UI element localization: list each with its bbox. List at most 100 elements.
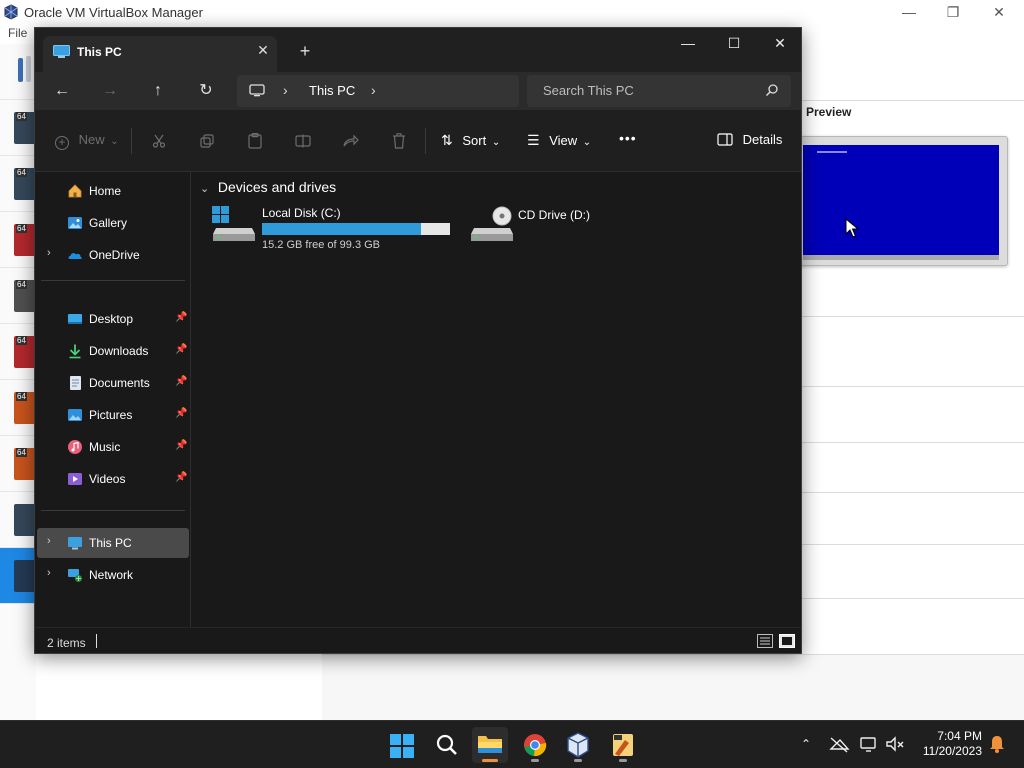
expand-chevron-icon[interactable]: › — [47, 247, 51, 259]
explorer-tab-this-pc[interactable]: This PC ✕ — [43, 36, 277, 72]
pictures-icon — [68, 409, 82, 421]
vm-arch-badge: 64 — [16, 224, 27, 233]
paste-icon[interactable] — [248, 133, 262, 149]
address-bar[interactable]: › This PC › — [237, 75, 519, 107]
sidebar-item-gallery[interactable]: Gallery — [35, 208, 191, 238]
folder-icon — [478, 736, 502, 753]
pin-icon[interactable]: 📌 — [175, 344, 187, 355]
vm-list-item-selected[interactable] — [0, 548, 36, 604]
delete-icon[interactable] — [392, 133, 406, 149]
refresh-button[interactable]: ↻ — [191, 78, 221, 104]
sidebar-item-network[interactable]: › Network — [35, 560, 191, 590]
vm-list-item[interactable]: 64 — [0, 100, 36, 156]
sort-button[interactable]: ⇅ Sort ⌄ — [441, 132, 500, 149]
notification-bell-icon[interactable] — [986, 733, 1008, 755]
network-monitor-icon[interactable] — [858, 733, 880, 755]
view-button[interactable]: ☰ View ⌄ — [527, 132, 591, 149]
toolbar-divider — [131, 128, 132, 154]
pin-icon[interactable]: 📌 — [175, 408, 187, 419]
drive-free-space: 15.2 GB free of 99.3 GB — [262, 239, 381, 251]
vm-list-item[interactable] — [0, 492, 36, 548]
pin-icon[interactable]: 📌 — [175, 312, 187, 323]
taskbar-start-button[interactable] — [384, 727, 420, 763]
new-tab-button[interactable]: + — [293, 40, 317, 64]
desktop-icon — [68, 314, 82, 324]
taskbar-chrome[interactable] — [517, 727, 553, 763]
explorer-close-button[interactable]: ✕ — [757, 32, 803, 54]
volume-muted-icon[interactable] — [884, 733, 906, 755]
download-arrow-icon — [69, 344, 81, 359]
details-pane-button[interactable]: Details — [717, 132, 782, 147]
cut-icon[interactable] — [152, 134, 166, 148]
breadcrumb-this-pc[interactable]: This PC — [309, 83, 355, 98]
taskbar: ⌃ 7:04 PM 11/20/2023 — [0, 720, 1024, 768]
onedrive-cloud-icon — [68, 253, 82, 259]
back-button[interactable]: ← — [47, 78, 77, 104]
sidebar-item-documents[interactable]: Documents 📌 — [35, 368, 191, 398]
vm-tools-item[interactable] — [0, 44, 36, 100]
explorer-minimize-button[interactable]: — — [665, 32, 711, 54]
plus-circle-icon: + — [55, 136, 69, 150]
vm-list-item[interactable]: 64 — [0, 436, 36, 492]
expand-chevron-icon[interactable]: › — [47, 567, 51, 579]
sidebar-item-this-pc[interactable]: › This PC — [37, 528, 189, 558]
search-box[interactable]: Search This PC — [527, 75, 791, 107]
vm-list-item[interactable]: 64 — [0, 212, 36, 268]
vm-list-item[interactable]: 64 — [0, 156, 36, 212]
explorer-maximize-button[interactable]: ☐ — [711, 32, 757, 54]
details-view-icon[interactable] — [757, 634, 773, 648]
rename-icon[interactable] — [295, 134, 311, 148]
sidebar-item-desktop[interactable]: Desktop 📌 — [35, 304, 191, 334]
drive-cd-d[interactable]: CD Drive (D:) — [468, 206, 608, 254]
devices-and-drives-group[interactable]: ⌄ Devices and drives — [200, 179, 336, 195]
taskbar-virtualbox[interactable] — [560, 727, 596, 763]
forward-button[interactable]: → — [95, 78, 125, 104]
sidebar-item-label: This PC — [89, 536, 132, 550]
vm-list-item[interactable]: 64 — [0, 324, 36, 380]
up-button[interactable]: ↑ — [143, 78, 173, 104]
virtualbox-close-button[interactable]: ✕ — [976, 2, 1022, 22]
breadcrumb-expand-icon[interactable]: › — [371, 82, 376, 98]
explorer-navigation-bar: ← → ↑ ↻ › This PC › Search This PC — [35, 72, 801, 110]
file-explorer-window: This PC ✕ + — ☐ ✕ ← → ↑ ↻ › This PC › Se… — [34, 27, 802, 654]
new-button[interactable]: + New ⌄ — [55, 132, 119, 150]
virtualbox-minimize-button[interactable]: — — [886, 2, 932, 22]
tiles-view-icon[interactable] — [779, 634, 795, 648]
running-indicator — [531, 759, 539, 762]
drive-local-disk-c[interactable]: Local Disk (C:) 15.2 GB free of 99.3 GB — [210, 206, 454, 254]
sidebar-item-home[interactable]: Home — [35, 176, 191, 206]
sidebar-item-label: Music — [89, 440, 121, 454]
gallery-icon — [68, 217, 82, 229]
vm-list-item[interactable]: 64 — [0, 380, 36, 436]
more-options-button[interactable]: ••• — [619, 130, 637, 146]
tab-close-button[interactable]: ✕ — [253, 40, 273, 60]
documents-icon — [70, 376, 81, 390]
virtualbox-logo-icon — [4, 4, 18, 20]
show-hidden-icons-button[interactable]: ⌃ — [795, 733, 817, 755]
taskbar-vm-window[interactable] — [605, 727, 641, 763]
sidebar-item-music[interactable]: Music 📌 — [35, 432, 191, 462]
pin-icon[interactable]: 📌 — [175, 472, 187, 483]
details-pane-icon — [717, 133, 733, 146]
sidebar-item-pictures[interactable]: Pictures 📌 — [35, 400, 191, 430]
share-icon[interactable] — [343, 134, 359, 148]
taskbar-clock[interactable]: 7:04 PM 11/20/2023 — [912, 729, 982, 759]
virtualbox-maximize-button[interactable]: ❐ — [930, 2, 976, 22]
sidebar-item-downloads[interactable]: Downloads 📌 — [35, 336, 191, 366]
pin-icon[interactable]: 📌 — [175, 376, 187, 387]
sidebar-item-videos[interactable]: Videos 📌 — [35, 464, 191, 494]
vm-list-item[interactable]: 64 — [0, 268, 36, 324]
virtualbox-menu-file[interactable]: File — [8, 26, 27, 40]
taskbar-search-button[interactable] — [429, 727, 465, 763]
sidebar-item-label: Home — [89, 184, 122, 198]
copy-icon[interactable] — [200, 134, 214, 148]
vm-arch-badge: 64 — [16, 336, 27, 345]
expand-chevron-icon[interactable]: › — [47, 535, 51, 547]
view-list-icon: ☰ — [527, 132, 540, 148]
monitor-icon — [249, 84, 265, 97]
pin-icon[interactable]: 📌 — [175, 440, 187, 451]
running-indicator — [574, 759, 582, 762]
network-disconnected-icon[interactable] — [828, 733, 850, 755]
taskbar-file-explorer[interactable] — [472, 727, 508, 763]
sidebar-item-onedrive[interactable]: › OneDrive — [35, 240, 191, 270]
